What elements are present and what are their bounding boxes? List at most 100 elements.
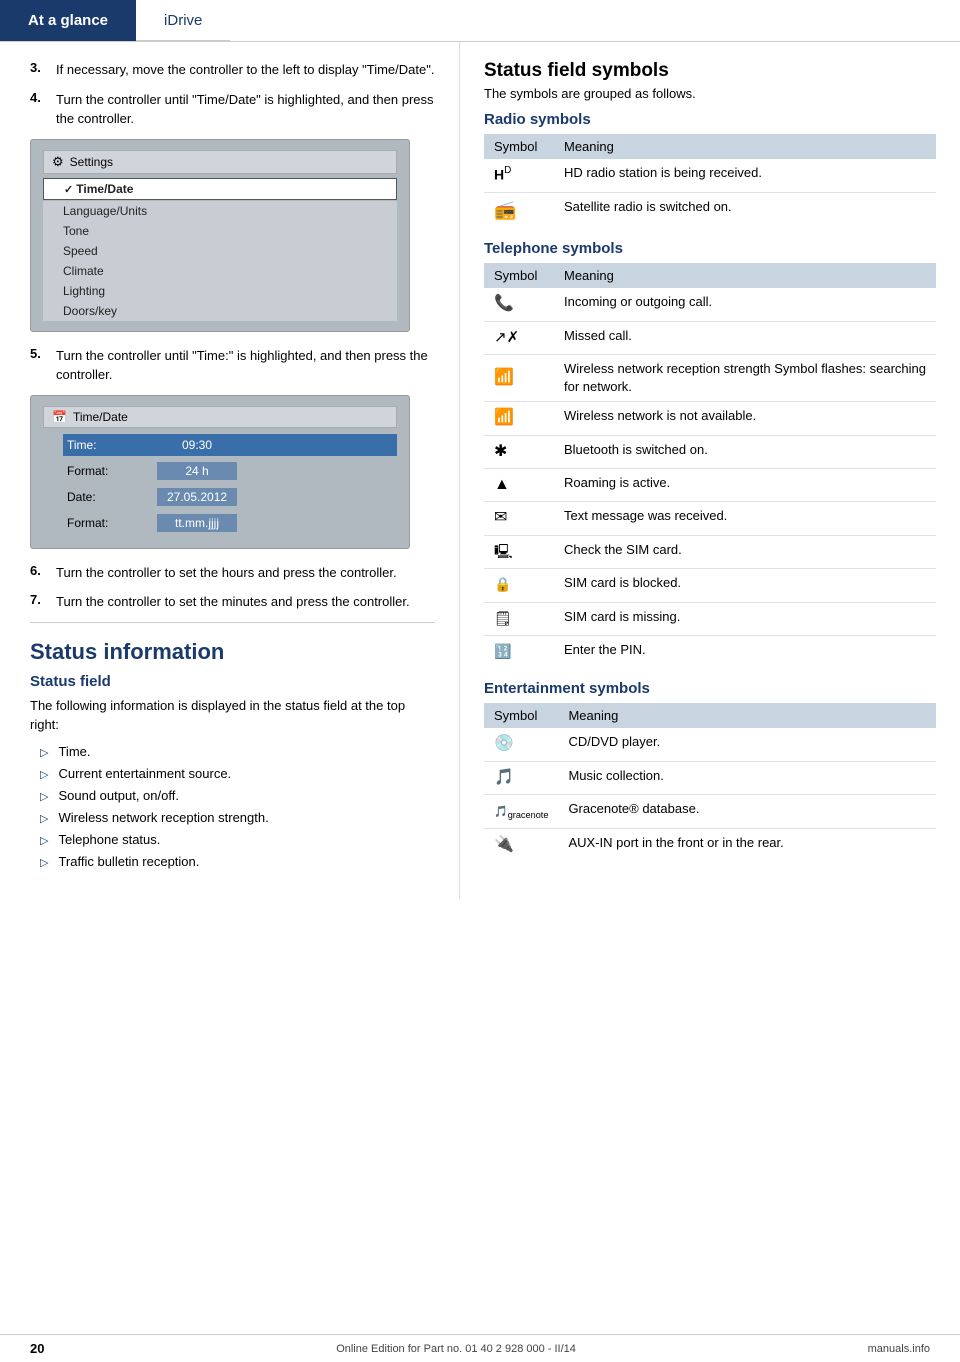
tel-sms-symbol: ✉ — [484, 502, 554, 535]
gear-icon: ⚙ — [52, 154, 64, 170]
table-row: 📞 Incoming or outgoing call. — [484, 288, 936, 321]
table-row: 📻 Satellite radio is switched on. — [484, 192, 936, 228]
menu-item-doors: Doors/key — [43, 301, 397, 321]
radio-col-meaning: Meaning — [554, 134, 936, 159]
tel-roaming-meaning: Roaming is active. — [554, 469, 936, 502]
step-7: 7. Turn the controller to set the minute… — [30, 592, 435, 612]
td-row-date: Date: 27.05.2012 — [63, 486, 397, 508]
arrow-icon-4: ▷ — [40, 810, 48, 829]
arrow-icon-3: ▷ — [40, 788, 48, 807]
telephone-symbols-title: Telephone symbols — [484, 240, 936, 257]
main-content: 3. If necessary, move the controller to … — [0, 42, 960, 899]
table-row: 🔒 SIM card is blocked. — [484, 569, 936, 602]
divider-1 — [30, 622, 435, 623]
table-row: ↗✗ Missed call. — [484, 321, 936, 354]
ent-col-symbol: Symbol — [484, 703, 558, 728]
status-information-title: Status information — [30, 639, 435, 665]
tel-checksim-meaning: Check the SIM card. — [554, 535, 936, 568]
td-row-format1: Format: 24 h — [63, 460, 397, 482]
table-row: 💿 CD/DVD player. — [484, 728, 936, 761]
entertainment-symbols-table: Symbol Meaning 💿 CD/DVD player. 🎵 Music … — [484, 703, 936, 861]
menu-item-lighting: Lighting — [43, 281, 397, 301]
tel-simblocked-symbol: 🔒 — [484, 569, 554, 602]
table-row: ✉ Text message was received. — [484, 502, 936, 535]
table-row: 🖳 Check the SIM card. — [484, 535, 936, 568]
status-field-body: The following information is displayed i… — [30, 696, 435, 735]
bullet-traffic: ▷Traffic bulletin reception. — [40, 851, 435, 873]
calendar-icon: 📅 — [52, 410, 67, 424]
arrow-icon-1: ▷ — [40, 744, 48, 763]
left-column: 3. If necessary, move the controller to … — [0, 42, 460, 899]
tel-bluetooth-symbol: ✱ — [484, 435, 554, 468]
footer-text: Online Edition for Part no. 01 40 2 928 … — [336, 1343, 576, 1355]
status-field-subtitle: Status field — [30, 673, 435, 690]
tel-nosignal-symbol: 📶 — [484, 402, 554, 435]
timedate-title-bar: 📅 Time/Date — [43, 406, 397, 428]
step-3: 3. If necessary, move the controller to … — [30, 60, 435, 80]
table-row: 🔢 Enter the PIN. — [484, 636, 936, 669]
status-bullets: ▷Time. ▷Current entertainment source. ▷S… — [40, 741, 435, 874]
table-row: ▲ Roaming is active. — [484, 469, 936, 502]
ent-col-meaning: Meaning — [558, 703, 936, 728]
bullet-time: ▷Time. — [40, 741, 435, 763]
status-field-symbols-body: The symbols are grouped as follows. — [484, 86, 936, 101]
bullet-wireless: ▷Wireless network reception strength. — [40, 807, 435, 829]
step-5: 5. Turn the controller until "Time:" is … — [30, 346, 435, 385]
tel-roaming-symbol: ▲ — [484, 469, 554, 502]
ent-cd-symbol: 💿 — [484, 728, 558, 761]
status-field-symbols-title: Status field symbols — [484, 60, 936, 82]
radio-col-symbol: Symbol — [484, 134, 554, 159]
tel-checksim-symbol: 🖳 — [484, 535, 554, 568]
menu-item-climate: Climate — [43, 261, 397, 281]
ent-cd-meaning: CD/DVD player. — [558, 728, 936, 761]
settings-screenshot: ⚙ Settings ✓ Time/Date Language/Units To… — [30, 139, 410, 332]
tel-col-meaning: Meaning — [554, 263, 936, 288]
menu-item-time-date: ✓ Time/Date — [43, 178, 397, 200]
tel-simmissing-meaning: SIM card is missing. — [554, 602, 936, 635]
page-footer: 20 Online Edition for Part no. 01 40 2 9… — [0, 1334, 960, 1362]
menu-item-speed: Speed — [43, 241, 397, 261]
td-row-time: Time: 09:30 — [63, 434, 397, 456]
radio-symbols-table: Symbol Meaning HD HD radio station is be… — [484, 134, 936, 228]
table-row: 📶 Wireless network reception strength Sy… — [484, 354, 936, 401]
table-row: 🗒 SIM card is missing. — [484, 602, 936, 635]
settings-title-bar: ⚙ Settings — [43, 150, 397, 174]
ent-aux-symbol: 🔌 — [484, 828, 558, 861]
tab-at-a-glance[interactable]: At a glance — [0, 0, 136, 41]
table-row: 📶 Wireless network is not available. — [484, 402, 936, 435]
tel-call-meaning: Incoming or outgoing call. — [554, 288, 936, 321]
tel-pin-meaning: Enter the PIN. — [554, 636, 936, 669]
page-header: At a glance iDrive — [0, 0, 960, 42]
table-row: HD HD radio station is being received. — [484, 159, 936, 192]
menu-item-language: Language/Units — [43, 201, 397, 221]
step-4: 4. Turn the controller until "Time/Date"… — [30, 90, 435, 129]
tel-missed-symbol: ↗✗ — [484, 321, 554, 354]
ent-gracenote-meaning: Gracenote® database. — [558, 795, 936, 828]
tel-col-symbol: Symbol — [484, 263, 554, 288]
telephone-symbols-table: Symbol Meaning 📞 Incoming or outgoing ca… — [484, 263, 936, 668]
td-row-format2: Format: tt.mm.jjjj — [63, 512, 397, 534]
tel-missed-meaning: Missed call. — [554, 321, 936, 354]
table-row: 🔌 AUX-IN port in the front or in the rea… — [484, 828, 936, 861]
tel-simblocked-meaning: SIM card is blocked. — [554, 569, 936, 602]
tel-pin-symbol: 🔢 — [484, 636, 554, 669]
table-row: 🎵gracenote Gracenote® database. — [484, 795, 936, 828]
ent-music-meaning: Music collection. — [558, 761, 936, 794]
radio-satellite-meaning: Satellite radio is switched on. — [554, 192, 936, 228]
arrow-icon-2: ▷ — [40, 766, 48, 785]
footer-site: manuals.info — [868, 1343, 930, 1355]
ent-aux-meaning: AUX-IN port in the front or in the rear. — [558, 828, 936, 861]
check-icon: ✓ — [64, 184, 76, 196]
radio-symbols-title: Radio symbols — [484, 111, 936, 128]
entertainment-symbols-title: Entertainment symbols — [484, 680, 936, 697]
tab-idrive[interactable]: iDrive — [136, 0, 230, 41]
table-row: ✱ Bluetooth is switched on. — [484, 435, 936, 468]
right-column: Status field symbols The symbols are gro… — [460, 42, 960, 899]
tel-signal-meaning: Wireless network reception strength Symb… — [554, 354, 936, 401]
step-6: 6. Turn the controller to set the hours … — [30, 563, 435, 583]
bullet-sound: ▷Sound output, on/off. — [40, 785, 435, 807]
tel-signal-symbol: 📶 — [484, 354, 554, 401]
page-number: 20 — [30, 1341, 44, 1356]
tel-nosignal-meaning: Wireless network is not available. — [554, 402, 936, 435]
ent-music-symbol: 🎵 — [484, 761, 558, 794]
